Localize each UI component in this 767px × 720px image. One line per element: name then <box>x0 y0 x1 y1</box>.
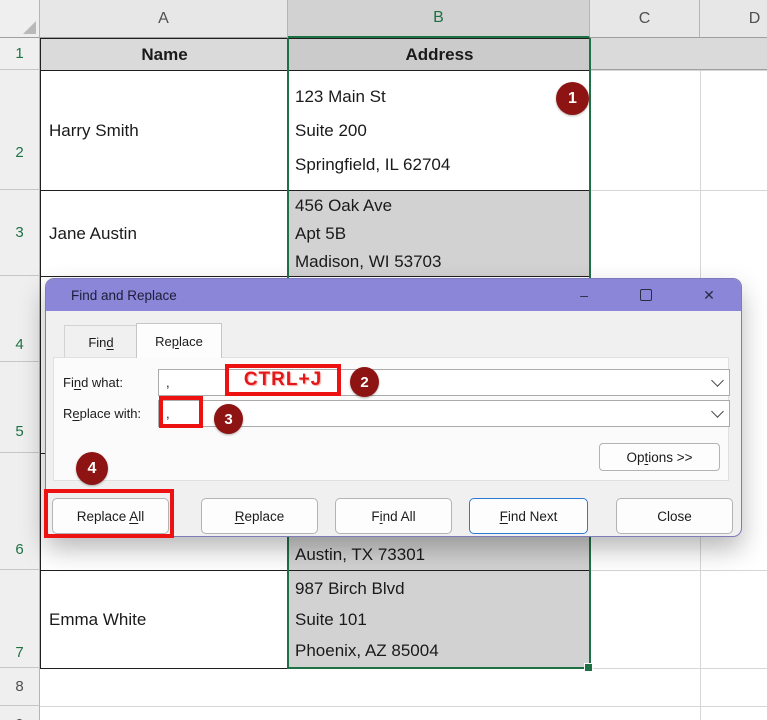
gridline <box>590 190 767 191</box>
column-header-c[interactable]: C <box>590 0 700 38</box>
cell-a1-name-header[interactable]: Name <box>40 38 289 71</box>
annotation-box-replace-all <box>44 489 174 538</box>
window-close-button[interactable]: ✕ <box>692 279 726 311</box>
find-what-value: , <box>166 375 170 390</box>
cell-text: Emma White <box>49 610 288 630</box>
find-what-label: Find what: <box>63 375 123 390</box>
replace-with-combobox[interactable]: , <box>158 400 730 427</box>
gridline <box>40 706 767 707</box>
address-line: 456 Oak Ave <box>295 192 590 220</box>
address-line: Suite 200 <box>295 114 590 148</box>
row-number: 2 <box>15 144 23 161</box>
column-header-b[interactable]: B <box>288 0 590 38</box>
step-badge-4: 4 <box>76 452 108 485</box>
cell-text: Name <box>141 45 187 65</box>
tab-find[interactable]: Find <box>64 325 138 359</box>
find-next-button[interactable]: Find Next <box>469 498 588 534</box>
column-letter: D <box>749 10 761 28</box>
select-all-corner[interactable] <box>0 0 40 38</box>
replace-button[interactable]: Replace <box>201 498 318 534</box>
step-badge-1: 1 <box>556 82 589 115</box>
tab-replace[interactable]: Replace <box>136 323 222 358</box>
selection-border-bottom <box>287 667 591 669</box>
row-header-5[interactable]: 5 <box>0 362 40 453</box>
annotation-box-ctrl-j: CTRL+J <box>225 364 341 396</box>
address-line: Suite 101 <box>295 604 590 635</box>
excel-spreadsheet: A B C D 1 2 3 4 5 6 7 8 9 Name Address H… <box>0 0 767 720</box>
replace-with-label: Replace with: <box>63 406 141 421</box>
gridline <box>590 70 767 71</box>
cell-text: Harry Smith <box>49 121 288 141</box>
step-badge-2: 2 <box>350 367 379 397</box>
row-header-7[interactable]: 7 <box>0 570 40 668</box>
minimize-icon: – <box>580 287 588 303</box>
step-badge-3: 3 <box>214 404 243 434</box>
column-letter: B <box>433 9 444 27</box>
gridline <box>590 668 767 669</box>
fill-handle[interactable] <box>584 663 593 672</box>
cell-c1-d1-gray-fill[interactable] <box>591 38 767 70</box>
address-line: Apt 5B <box>295 220 590 248</box>
maximize-button[interactable] <box>629 279 663 311</box>
close-icon: ✕ <box>703 287 715 304</box>
dialog-title: Find and Replace <box>71 288 177 303</box>
select-all-triangle-icon <box>23 21 36 34</box>
annotation-box-replace-with-value <box>159 396 203 428</box>
options-button[interactable]: Options >> <box>599 443 720 471</box>
chevron-down-icon <box>711 405 724 418</box>
column-letter: C <box>639 10 651 28</box>
dialog-titlebar[interactable]: Find and Replace – ✕ <box>46 279 741 311</box>
row-header-6[interactable]: 6 <box>0 453 40 570</box>
row-number: 9 <box>15 716 23 720</box>
chevron-down-icon <box>711 374 724 387</box>
cell-a2[interactable]: Harry Smith <box>40 70 289 191</box>
address-line: Phoenix, AZ 85004 <box>295 635 590 666</box>
column-letter: A <box>158 10 169 28</box>
row-header-1[interactable]: 1 <box>0 38 40 70</box>
row-number: 7 <box>15 644 23 661</box>
row-number: 1 <box>15 45 23 62</box>
cell-a7[interactable]: Emma White <box>40 570 289 669</box>
minimize-button[interactable]: – <box>567 279 601 311</box>
gridline <box>590 570 767 571</box>
row-number: 6 <box>15 541 23 558</box>
cell-b2[interactable]: 123 Main St Suite 200 Springfield, IL 62… <box>288 70 591 191</box>
cell-b3[interactable]: 456 Oak Ave Apt 5B Madison, WI 53703 <box>288 190 591 277</box>
maximize-icon <box>640 289 652 301</box>
row-header-8[interactable]: 8 <box>0 668 40 706</box>
close-button[interactable]: Close <box>616 498 733 534</box>
ctrl-j-annotation-text: CTRL+J <box>244 369 322 391</box>
find-what-dropdown-button[interactable] <box>706 370 729 395</box>
row-number: 8 <box>15 678 23 695</box>
row-number: 3 <box>15 224 23 241</box>
cell-text: Jane Austin <box>49 224 288 244</box>
row-number: 5 <box>15 423 23 440</box>
cell-text: Address <box>405 45 473 65</box>
column-header-d[interactable]: D <box>700 0 767 38</box>
column-header-a[interactable]: A <box>40 0 288 38</box>
find-all-button[interactable]: Find All <box>335 498 452 534</box>
address-line: Madison, WI 53703 <box>295 248 590 276</box>
address-line: 123 Main St <box>295 80 590 114</box>
row-header-2[interactable]: 2 <box>0 70 40 190</box>
address-line: Springfield, IL 62704 <box>295 148 590 182</box>
cell-b1-address-header[interactable]: Address <box>288 38 591 71</box>
address-line: 987 Birch Blvd <box>295 573 590 604</box>
replace-with-dropdown-button[interactable] <box>706 401 729 426</box>
row-header-3[interactable]: 3 <box>0 190 40 276</box>
cell-b7[interactable]: 987 Birch Blvd Suite 101 Phoenix, AZ 850… <box>288 570 591 669</box>
cell-a3[interactable]: Jane Austin <box>40 190 289 277</box>
row-number: 4 <box>15 336 23 353</box>
row-header-9[interactable]: 9 <box>0 706 40 720</box>
row-header-4[interactable]: 4 <box>0 276 40 362</box>
address-line: Austin, TX 73301 <box>295 545 590 565</box>
